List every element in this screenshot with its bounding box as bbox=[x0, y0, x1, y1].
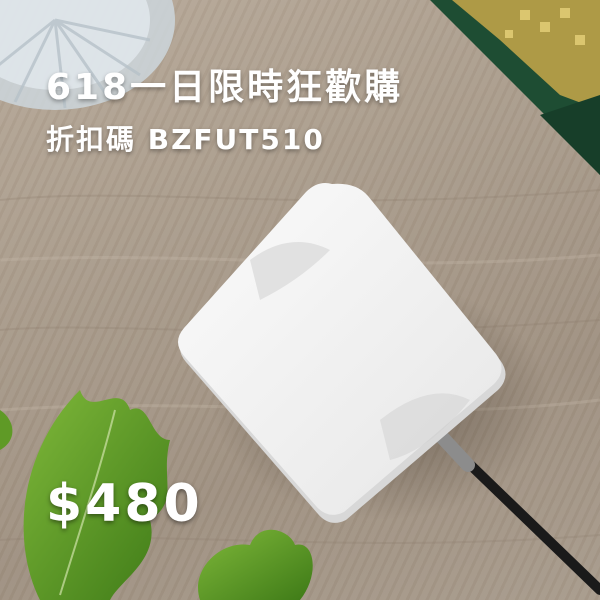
discount-code-line: 折扣碼 BZFUT510 bbox=[46, 123, 325, 156]
gift-box bbox=[430, 0, 600, 175]
product-photo-scene: 618一日限時狂歡購 折扣碼 BZFUT510 $480 bbox=[0, 0, 600, 600]
promo-headline: 618一日限時狂歡購 bbox=[46, 67, 404, 108]
price-label: $480 bbox=[46, 474, 203, 534]
